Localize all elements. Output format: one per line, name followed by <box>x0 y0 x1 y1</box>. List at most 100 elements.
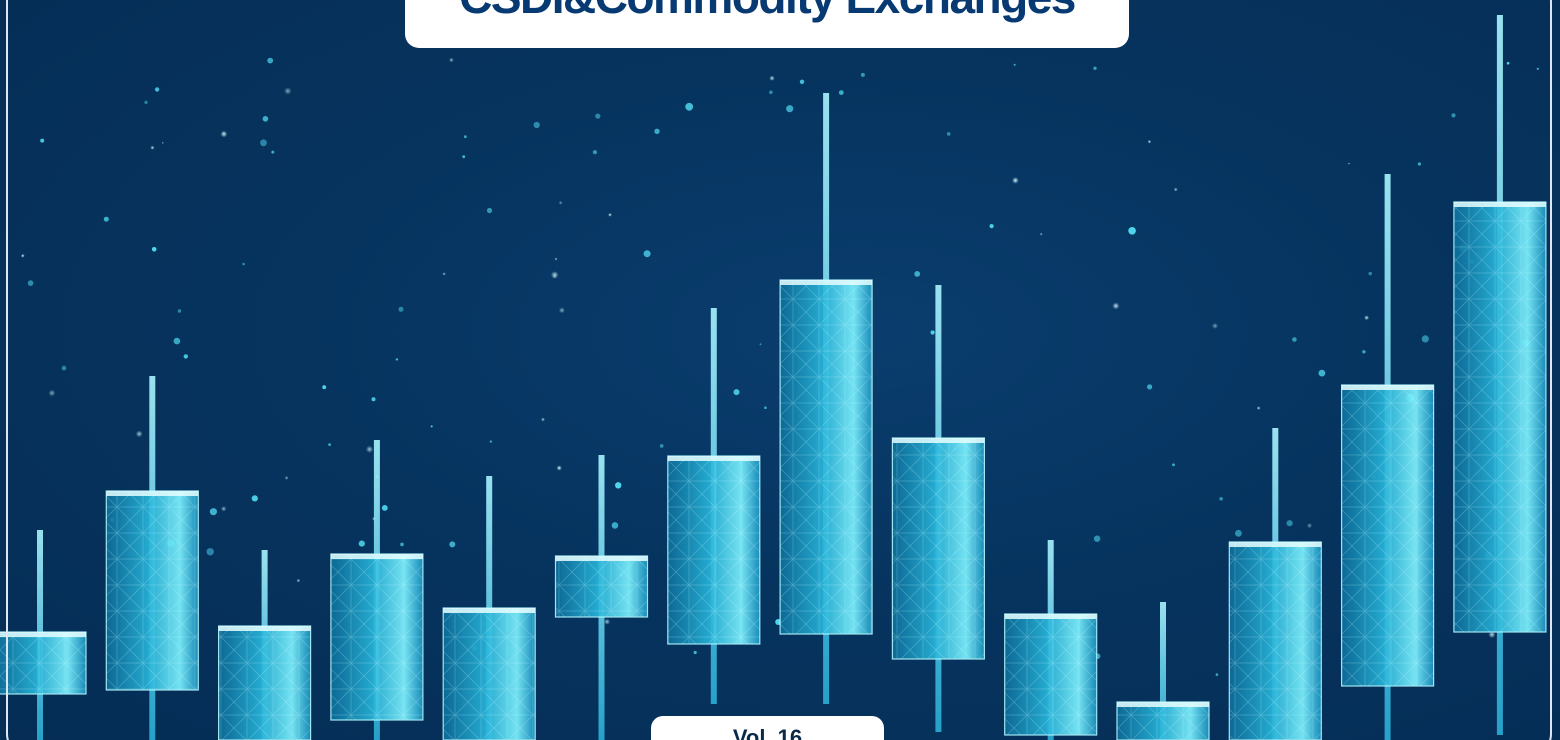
candle-highlight <box>443 608 536 613</box>
candle-highlight <box>106 491 199 496</box>
particle-dot <box>1012 177 1019 184</box>
particle-dot <box>1211 322 1219 329</box>
particle-dot <box>733 389 740 396</box>
particle-dot <box>1039 232 1043 236</box>
candle-highlight <box>1453 202 1546 207</box>
particle-dot <box>556 465 562 471</box>
particle-dot <box>61 365 67 371</box>
particle-dot <box>558 307 565 314</box>
candle-mesh <box>1229 542 1322 740</box>
particle-dot <box>693 650 697 655</box>
candle-mesh <box>218 626 311 740</box>
candle-highlight <box>780 280 873 285</box>
particle-dot <box>381 505 388 511</box>
particle-dot <box>183 354 188 359</box>
candle-mesh <box>892 438 985 659</box>
particle-dot <box>271 150 275 154</box>
particle-dot <box>284 476 289 480</box>
candle-mesh <box>1004 614 1097 735</box>
particle-dot <box>533 121 540 129</box>
particle-dot <box>430 425 433 428</box>
candles-group <box>0 15 1547 740</box>
particle-dot <box>267 57 274 64</box>
particle-dot <box>173 337 181 345</box>
candle-mesh <box>780 280 873 634</box>
particle-dot <box>615 482 622 489</box>
particle-dot <box>1421 335 1429 343</box>
particle-dot <box>150 145 155 150</box>
particle-dot <box>654 128 660 134</box>
particle-dot <box>154 87 160 92</box>
particle-dot <box>1093 535 1101 542</box>
volume-label: Vol. 16 <box>732 725 803 740</box>
candle-highlight <box>0 632 86 637</box>
particle-dot <box>1219 497 1223 501</box>
candle-highlight <box>330 554 423 559</box>
particle-dot <box>1256 406 1261 410</box>
particle-dot <box>860 72 865 77</box>
particle-dot <box>1235 529 1242 537</box>
particle-dot <box>1215 673 1219 676</box>
particle-dot <box>151 247 157 252</box>
particle-dot <box>541 417 545 422</box>
particle-dot <box>328 443 331 446</box>
particle-dot <box>242 262 245 266</box>
candle-mesh <box>443 608 536 740</box>
particle-dot <box>395 358 399 361</box>
candle-mesh <box>555 556 648 617</box>
particle-dot <box>1147 139 1152 144</box>
particle-dot <box>463 135 467 139</box>
particle-dot <box>558 200 563 205</box>
particle-dot <box>1172 463 1175 467</box>
particle-dot <box>20 253 25 258</box>
page-title: CSDI&Commodity Exchanges <box>405 0 1129 20</box>
particle-dot <box>398 306 404 312</box>
particle-dot <box>1286 520 1293 527</box>
particle-dot <box>220 130 228 138</box>
particle-dot <box>489 440 493 443</box>
particle-dot <box>220 506 227 512</box>
particle-dot <box>989 224 994 229</box>
particle-dot <box>135 430 143 438</box>
particle-dot <box>608 212 612 217</box>
particle-dot <box>592 150 598 155</box>
candle-mesh <box>667 456 760 644</box>
particle-dot <box>550 271 559 279</box>
particle-dot <box>1013 63 1016 66</box>
candle-highlight <box>218 626 311 631</box>
particle-dot <box>358 540 365 547</box>
particle-dot <box>462 155 466 159</box>
particle-dot <box>144 100 148 104</box>
particle-dot <box>1362 350 1366 354</box>
candle-mesh <box>1453 202 1546 632</box>
particle-dot <box>1364 315 1370 321</box>
particle-dot <box>449 57 454 63</box>
particle-dot <box>1451 113 1456 118</box>
particle-dot <box>595 113 601 119</box>
particle-dot <box>1306 522 1313 529</box>
title-panel: CSDI&Commodity Exchanges <box>405 0 1129 48</box>
particle-dot <box>1173 187 1178 192</box>
particle-dot <box>764 406 767 410</box>
particle-dot <box>365 445 374 453</box>
volume-panel: Vol. 16 <box>651 716 884 740</box>
particle-dot <box>930 330 935 335</box>
candlestick-illustration <box>0 15 1547 740</box>
candle-highlight <box>667 456 760 461</box>
particle-dot <box>1112 302 1120 310</box>
particle-dot <box>161 141 164 144</box>
particle-dot <box>759 343 762 346</box>
particle-dot <box>914 271 921 277</box>
particle-dot <box>284 87 292 95</box>
particle-dot <box>322 385 327 390</box>
particle-dot <box>177 309 182 313</box>
particle-dot <box>103 216 109 222</box>
candle-highlight <box>1341 385 1434 390</box>
particle-dot <box>260 139 267 147</box>
particle-dot <box>262 116 269 122</box>
particle-dot <box>1368 271 1372 276</box>
particle-dot <box>838 90 844 95</box>
particle-dot <box>604 618 611 625</box>
particle-dot <box>442 272 446 276</box>
particle-dot <box>27 280 34 286</box>
